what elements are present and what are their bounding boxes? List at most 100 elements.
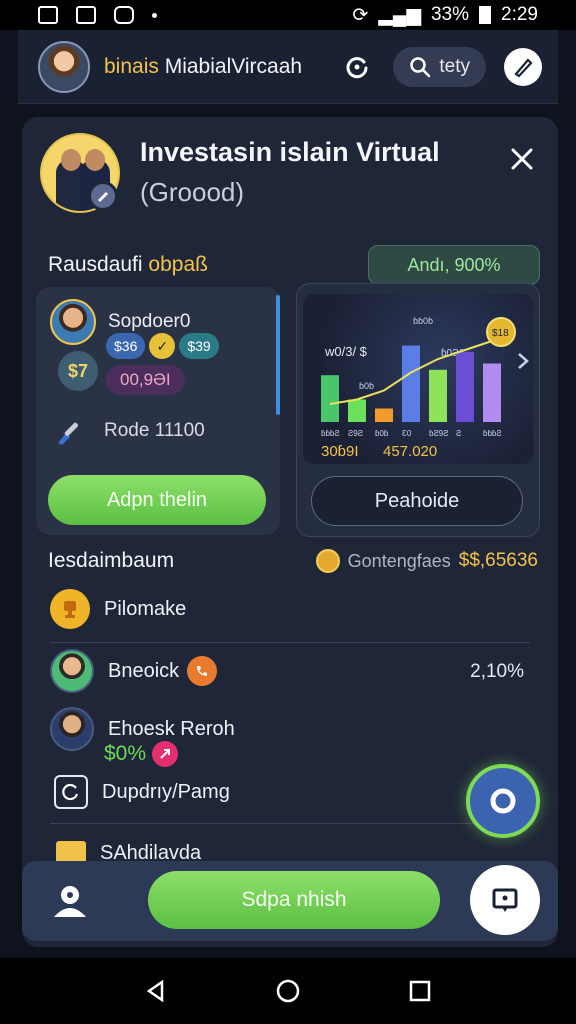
search-icon xyxy=(410,56,431,77)
close-button[interactable] xyxy=(504,141,540,177)
list-item-label: Pilomake xyxy=(104,597,187,620)
user-name: Sopdoer0 xyxy=(108,311,191,332)
app-header: binais MiabialVircaah tety xyxy=(18,30,558,104)
rate-badge: Andı, 900% xyxy=(368,245,540,285)
status-bar: ⟳ ▂▄▆ 33% 2:29 xyxy=(0,0,576,30)
chart-tick-label: ɓƧ9Ƨ xyxy=(429,429,449,438)
chart-bar xyxy=(456,351,474,422)
list-item[interactable]: Bneoick xyxy=(50,649,218,693)
search-button[interactable]: tety xyxy=(393,46,486,87)
card-subtitle: (Groood) xyxy=(140,177,245,207)
avatar xyxy=(50,707,94,751)
clock: 2:29 xyxy=(501,4,538,25)
amount-pill: 00,9ƏI xyxy=(106,365,185,395)
chart-value-right: 457.020 xyxy=(383,443,437,460)
back-icon xyxy=(146,979,164,1003)
system-nav-bar xyxy=(0,958,576,1024)
refresh-icon xyxy=(54,775,88,809)
card-title: Investasin islain Virtual xyxy=(140,137,440,167)
chart-label-top: ɓɓ0ɓ xyxy=(413,316,433,326)
chart-bar xyxy=(483,363,501,422)
chart-bar xyxy=(429,369,447,422)
list-item-label: Bneoick xyxy=(108,659,180,682)
section-title-accent: obpaß xyxy=(148,253,208,276)
list-item-label: Ehoesk Reroh xyxy=(108,717,235,740)
coin-icon: $7 xyxy=(58,351,98,391)
floating-action-button[interactable] xyxy=(466,764,540,838)
user-panel: Sopdoer0 $36 ✓ $39 $7 00,9ƏI Rode 11100 … xyxy=(36,287,280,535)
tag-blue: $36 xyxy=(106,333,146,359)
section2-summary: Gontengfaes $$,65636 xyxy=(315,549,538,573)
tag-teal: $39 xyxy=(179,333,219,359)
chat-icon xyxy=(492,888,518,912)
scrollbar[interactable] xyxy=(276,295,280,415)
gold-coin-icon xyxy=(315,549,340,573)
divider xyxy=(50,823,530,824)
chart-tick-label: ɓ0ɓ xyxy=(375,429,389,438)
recents-button[interactable] xyxy=(400,971,440,1011)
list-item-label: Dupdrıy/Pamg xyxy=(102,780,230,803)
outline-button[interactable]: Peahoide xyxy=(311,476,523,526)
next-chart-button[interactable] xyxy=(513,346,533,376)
recents-icon xyxy=(409,980,431,1002)
card-header: Investasin islain Virtual (Groood) xyxy=(40,133,540,213)
phone-icon xyxy=(187,656,218,686)
list-item-value: $0% xyxy=(104,742,147,765)
chart-tick-label: Ɛ0 xyxy=(402,429,412,438)
avatar xyxy=(50,649,94,693)
edit-button[interactable] xyxy=(504,47,542,86)
back-button[interactable] xyxy=(136,971,176,1011)
user-icon xyxy=(54,886,86,917)
add-button[interactable]: Adpn thelin xyxy=(48,475,266,525)
battery-icon xyxy=(479,6,492,24)
chart: ɓɓ0ɓ w0/3/ $ ɓ0Ƨ6 ɓ0ɓ $18 ɓɓɓƧ Ƨ9Ƨ ɓ0ɓ Ɛ0 ɓƧ… xyxy=(303,294,533,464)
chart-coin-label: $18 xyxy=(492,328,509,339)
code-text: Rode 11100 xyxy=(104,420,205,441)
more-notifications-dot xyxy=(152,12,157,18)
home-button[interactable] xyxy=(268,971,308,1011)
chart-bar xyxy=(375,408,393,422)
chat-button[interactable] xyxy=(470,865,540,935)
chart-tick-label: ɓɓɓƧ xyxy=(483,429,502,438)
chart-tick-label: ɓɓɓƧ xyxy=(321,429,340,438)
summary-label: Gontengfaes xyxy=(347,550,451,571)
list-item[interactable]: Pilomake xyxy=(50,589,186,629)
section-title: Rausdaufi obpaß xyxy=(48,253,208,277)
app-notification-icon xyxy=(114,6,134,24)
section-title-main: Rausdaufi xyxy=(48,253,149,276)
brush-icon xyxy=(50,411,90,451)
arrow-icon xyxy=(152,741,179,767)
close-icon xyxy=(511,148,533,170)
user-avatar xyxy=(50,299,96,345)
trophy-icon xyxy=(50,589,90,629)
avatar[interactable] xyxy=(38,40,90,93)
tag-row: $36 ✓ $39 xyxy=(106,333,219,359)
app-title: binais MiabialVircaah xyxy=(104,55,302,79)
chart-tick-label: Ƨ9Ƨ xyxy=(348,429,363,438)
battery-percent: 33% xyxy=(430,4,470,25)
chart-tick-label: Ƨ xyxy=(456,429,461,438)
chart-label-small: ɓ0ɓ xyxy=(359,381,374,391)
profile-button[interactable] xyxy=(48,879,92,923)
refresh-button[interactable] xyxy=(339,49,375,85)
chevron-right-icon xyxy=(518,353,529,369)
primary-action-button[interactable]: Sdpa nhish xyxy=(148,871,440,929)
search-label: tety xyxy=(439,55,470,77)
gear-icon xyxy=(490,788,516,814)
signal-icon: ▂▄▆ xyxy=(378,4,421,26)
refresh-icon xyxy=(346,56,368,78)
pencil-icon xyxy=(514,57,533,77)
bottom-bar: Sdpa nhish xyxy=(22,861,558,941)
list-item-value: 2,10% xyxy=(470,661,524,682)
chart-bar xyxy=(348,399,366,422)
app-title-accent: binais xyxy=(104,54,159,78)
chart-panel: ɓɓ0ɓ w0/3/ $ ɓ0Ƨ6 ɓ0ɓ $18 ɓɓɓƧ Ƨ9Ƨ ɓ0ɓ Ɛ0 ɓƧ… xyxy=(296,283,540,537)
gallery-icon xyxy=(38,6,58,24)
notification-icon xyxy=(76,6,96,24)
section2-title: Iesdaimbaum xyxy=(48,549,175,572)
list-item[interactable]: Dupdrıy/Pamg xyxy=(54,775,230,809)
coin-row: $7 xyxy=(54,351,98,391)
verified-badge-icon xyxy=(88,181,118,211)
code-row: Rode 11100 xyxy=(50,411,205,451)
list-item-value-row: $0% xyxy=(104,741,179,767)
